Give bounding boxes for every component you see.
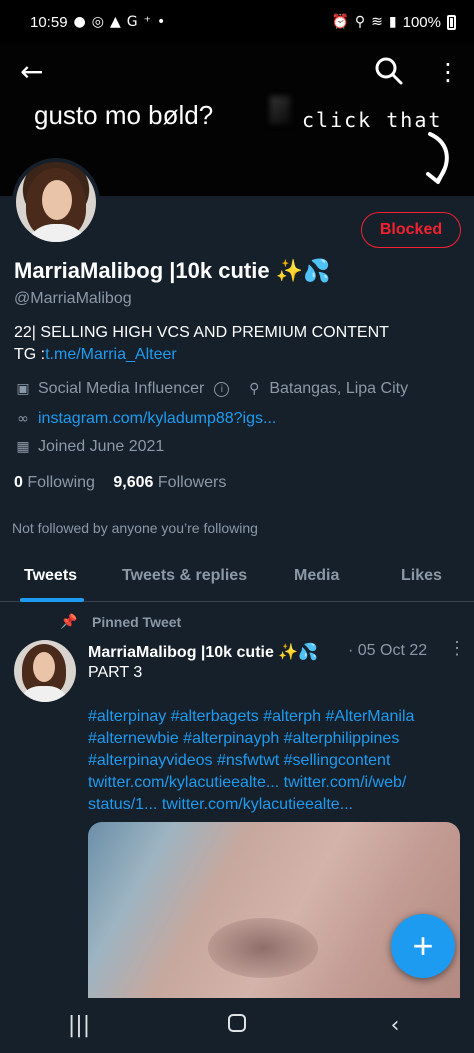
followers-stat[interactable]: 9,606 Followers bbox=[113, 474, 226, 491]
profile-bio: 22| SELLING HIGH VCS AND PREMIUM CONTENT bbox=[14, 324, 389, 341]
signal-icon: ▮ bbox=[388, 14, 397, 30]
google-icon: G bbox=[126, 14, 138, 30]
tweet-text: PART 3 bbox=[88, 664, 143, 681]
tab-tweets[interactable]: Tweets bbox=[24, 567, 77, 585]
messenger-icon: ◎ bbox=[91, 14, 104, 30]
more-vertical-icon[interactable]: ⋮ bbox=[436, 56, 460, 88]
tweet-hashtag-line[interactable]: #alterpinay #alterbagets #alterph #Alter… bbox=[88, 706, 458, 728]
pinned-label: 📌 Pinned Tweet bbox=[60, 614, 182, 630]
profile-website-row: ∞ instagram.com/kyladump88?igs... bbox=[14, 410, 276, 428]
home-icon[interactable] bbox=[207, 1013, 267, 1038]
location-icon: ⚲ bbox=[354, 14, 366, 30]
tweet-more-icon[interactable]: ⋮ bbox=[448, 638, 466, 659]
tweet-link-line[interactable]: twitter.com/kylacutieealte... twitter.co… bbox=[88, 772, 458, 794]
profile-joined: Joined June 2021 bbox=[38, 438, 165, 455]
wifi-icon: ≋ bbox=[371, 14, 383, 30]
status-time: 10:59 bbox=[30, 13, 68, 31]
back-icon[interactable]: ‹ bbox=[365, 1013, 425, 1038]
telegram-link[interactable]: t.me/Marria_Alteer bbox=[45, 346, 177, 363]
profile-bio-telegram: TG :t.me/Marria_Alteer bbox=[14, 346, 177, 363]
profile-avatar[interactable] bbox=[12, 158, 100, 246]
chat-bubble-icon: ● bbox=[73, 14, 86, 30]
profile-display-name: MarriaMalibog |10k cutie ✨💦 bbox=[14, 258, 331, 283]
tweet-hashtag-line[interactable]: #alterpinayvideos #nsfwtwt #sellingconte… bbox=[88, 750, 458, 772]
banner-caption: gusto mo bøld? bbox=[34, 100, 214, 130]
tab-tweets-replies[interactable]: Tweets & replies bbox=[122, 567, 247, 585]
link-icon: ∞ bbox=[17, 411, 29, 427]
battery-icon bbox=[447, 14, 456, 30]
calendar-icon: ▦ bbox=[16, 439, 30, 455]
warning-icon: ▲ bbox=[109, 14, 121, 30]
profile-tabs: Tweets Tweets & replies Media Likes bbox=[0, 556, 474, 602]
profile-location: Batangas, Lipa City bbox=[269, 380, 409, 397]
location-pin-icon: ⚲ bbox=[249, 381, 260, 397]
profile-website-link[interactable]: instagram.com/kyladump88?igs... bbox=[38, 410, 276, 428]
profile-joined-row: ▦ Joined June 2021 bbox=[14, 438, 164, 456]
pin-icon: 📌 bbox=[60, 614, 78, 630]
tweet-date: · 05 Oct 22 bbox=[348, 642, 428, 659]
system-nav-bar: ||| ‹ bbox=[0, 998, 474, 1053]
info-icon[interactable]: i bbox=[214, 381, 230, 397]
add-person-icon: ⁺ bbox=[143, 14, 152, 30]
tweet-author-name[interactable]: MarriaMalibog |10k cutie ✨💦 bbox=[88, 642, 318, 662]
following-stat[interactable]: 0 Following bbox=[14, 474, 95, 491]
tweet-hashtags: #alterpinay #alterbagets #alterph #Alter… bbox=[88, 706, 458, 816]
banner-smudge bbox=[270, 96, 290, 124]
tab-media[interactable]: Media bbox=[294, 567, 339, 585]
blocked-button[interactable]: Blocked bbox=[361, 212, 461, 248]
profile-meta-row: ▣ Social Media Influencer i ⚲ Batangas, … bbox=[14, 380, 408, 398]
briefcase-icon: ▣ bbox=[16, 381, 30, 397]
alarm-icon: ⏰ bbox=[331, 14, 349, 30]
battery-percent: 100% bbox=[402, 13, 441, 31]
search-icon[interactable] bbox=[374, 56, 404, 90]
dot-icon: • bbox=[157, 14, 166, 30]
tab-likes[interactable]: Likes bbox=[401, 567, 442, 585]
recent-apps-icon[interactable]: ||| bbox=[49, 1013, 109, 1038]
compose-tweet-button[interactable]: + bbox=[391, 914, 455, 978]
follow-stats: 0 Following 9,606 Followers bbox=[14, 474, 226, 492]
tweet-author-avatar[interactable] bbox=[14, 640, 76, 702]
status-bar: 10:59 ● ◎ ▲ G ⁺ • ⏰ ⚲ ≋ ▮ 100% bbox=[0, 0, 474, 44]
drawn-arrow-icon bbox=[426, 132, 449, 184]
back-arrow-icon[interactable]: ← bbox=[20, 56, 43, 88]
banner-caption-secondary: click that bbox=[302, 108, 443, 132]
tweet-hashtag-line[interactable]: #alternewbie #alterpinayph #alterphilipp… bbox=[88, 728, 458, 750]
active-tab-indicator bbox=[20, 598, 84, 602]
not-followed-notice: Not followed by anyone you’re following bbox=[12, 520, 258, 536]
tweet-link-line[interactable]: status/1... twitter.com/kylacutieealte..… bbox=[88, 794, 458, 816]
profile-category: Social Media Influencer bbox=[38, 380, 205, 397]
profile-handle: @MarriaMalibog bbox=[14, 290, 132, 307]
